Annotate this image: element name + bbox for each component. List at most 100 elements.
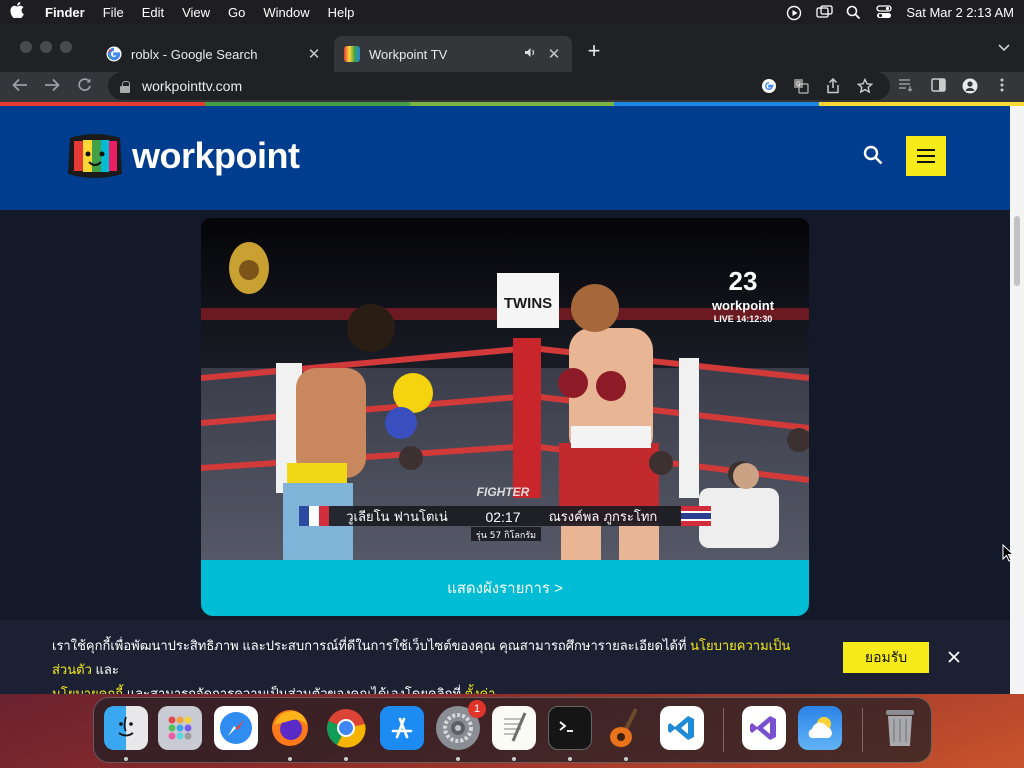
tab-workpoint-tv[interactable]: Workpoint TV ✕ [334, 36, 572, 72]
textedit-icon[interactable] [492, 706, 536, 750]
close-tab-icon[interactable]: ✕ [546, 45, 562, 63]
minimize-window-button[interactable] [40, 41, 52, 53]
menu-edit[interactable]: Edit [133, 5, 173, 20]
running-indicator [456, 757, 460, 761]
video-sponsor-banner: TWINS [504, 295, 552, 312]
channel-name: workpoint [711, 298, 775, 313]
dock-divider [862, 708, 863, 752]
google-lens-icon[interactable] [760, 78, 778, 96]
browser-toolbar: workpointtv.com G [0, 72, 1024, 102]
hamburger-line [917, 155, 935, 157]
zoom-window-button[interactable] [60, 41, 72, 53]
system-preferences-icon[interactable]: 1 [436, 700, 486, 750]
mouse-pointer-icon [1002, 544, 1012, 562]
menu-clock[interactable]: Sat Mar 2 2:13 AM [906, 5, 1014, 20]
hamburger-line [917, 149, 935, 151]
page-scrollbar[interactable] [1010, 106, 1024, 694]
apple-icon[interactable] [10, 2, 36, 22]
cookie-text-part: และ [91, 662, 119, 677]
weight-class: รุ่น 57 กิโลกรัม [476, 530, 536, 541]
tab-title: Workpoint TV [369, 46, 448, 62]
svg-text:G: G [796, 81, 801, 88]
chrome-window: roblx - Google Search ✕ Workpoint TV ✕ + [0, 24, 1024, 694]
google-favicon-icon [106, 46, 122, 62]
tab-strip: roblx - Google Search ✕ Workpoint TV ✕ + [0, 24, 1024, 72]
fighter-right-name: ณรงค์พล ภูกระโทก [549, 509, 658, 525]
logo-wordmark: workpoint [132, 135, 300, 176]
finder-icon[interactable] [104, 706, 148, 750]
round-timer: 02:17 [485, 509, 520, 525]
running-indicator [512, 757, 516, 761]
kebab-menu-icon[interactable] [992, 78, 1012, 95]
url-text[interactable]: workpointtv.com [142, 78, 242, 94]
tv-mascot-icon [64, 128, 126, 184]
share-icon[interactable] [824, 77, 842, 96]
control-center-icon[interactable] [876, 5, 892, 19]
cookie-policy-link[interactable]: นโยบายคุกกี้ [52, 686, 123, 694]
bookmark-star-icon[interactable] [856, 77, 874, 96]
hamburger-line [917, 161, 935, 163]
address-bar[interactable]: workpointtv.com G [108, 72, 890, 100]
cookie-message: เราใช้คุกกี้เพื่อพัฒนาประสิทธิภาพ และประ… [52, 634, 812, 694]
scrollbar-thumb[interactable] [1014, 216, 1020, 286]
channel-number: 23 [729, 266, 758, 296]
launchpad-icon[interactable] [158, 706, 202, 750]
back-arrow-icon[interactable] [4, 77, 36, 97]
dock: 1 [93, 697, 932, 763]
cookie-settings-link[interactable]: ตั้งค่า [465, 686, 496, 694]
reload-icon[interactable] [68, 77, 100, 97]
tab-search-chevron-icon[interactable] [998, 40, 1010, 55]
screen-mirroring-icon[interactable] [816, 5, 833, 19]
menu-go[interactable]: Go [219, 5, 254, 20]
spotlight-search-icon[interactable] [846, 5, 862, 20]
weather-icon[interactable] [798, 706, 842, 750]
window-controls [20, 41, 72, 53]
firefox-icon[interactable] [268, 706, 312, 750]
garageband-icon[interactable] [604, 706, 648, 750]
web-page: workpoint TWINS 23 workpoint LIVE 14:12:… [0, 106, 1010, 694]
cookie-consent-banner: เราใช้คุกกี้เพื่อพัฒนาประสิทธิภาพ และประ… [0, 620, 1010, 694]
tab-google-search[interactable]: roblx - Google Search ✕ [96, 36, 332, 72]
visual-studio-icon[interactable] [742, 706, 786, 750]
terminal-icon[interactable] [548, 706, 592, 750]
lock-icon[interactable] [120, 80, 130, 93]
running-indicator [124, 757, 128, 761]
vscode-icon[interactable] [660, 706, 704, 750]
hamburger-menu-button[interactable] [906, 136, 946, 176]
cookie-text-part: และสามารถจัดการความเป็นส่วนตัวของคุณได้เ… [123, 686, 465, 694]
speaker-icon[interactable] [524, 47, 536, 61]
live-video-player[interactable]: TWINS 23 workpoint LIVE 14:12:30 FIGHTER… [201, 218, 809, 560]
workpoint-logo[interactable]: workpoint [64, 128, 300, 184]
menu-app-name[interactable]: Finder [36, 5, 94, 20]
dock-divider [723, 708, 724, 752]
trash-icon[interactable] [878, 706, 922, 750]
menu-file[interactable]: File [94, 5, 133, 20]
close-tab-icon[interactable]: ✕ [306, 45, 322, 63]
menu-help[interactable]: Help [319, 5, 364, 20]
close-window-button[interactable] [20, 41, 32, 53]
reading-list-icon[interactable] [896, 78, 916, 95]
running-indicator [624, 757, 628, 761]
play-circle-icon[interactable] [786, 5, 802, 21]
chrome-icon[interactable] [324, 706, 368, 750]
menu-bar: Finder File Edit View Go Window Help Sat… [0, 0, 1024, 24]
safari-icon[interactable] [214, 706, 258, 750]
site-header: workpoint [0, 106, 1010, 210]
menu-window[interactable]: Window [254, 5, 318, 20]
notification-badge: 1 [468, 700, 486, 718]
menu-view[interactable]: View [173, 5, 219, 20]
show-schedule-button[interactable]: แสดงผังรายการ > [201, 560, 809, 616]
profile-icon[interactable] [960, 78, 980, 97]
running-indicator [288, 757, 292, 761]
close-banner-icon[interactable] [944, 647, 964, 668]
site-search-icon[interactable] [862, 144, 886, 168]
app-store-icon[interactable] [380, 706, 424, 750]
new-tab-button[interactable]: + [584, 38, 604, 64]
translate-icon[interactable]: G [792, 78, 810, 96]
side-panel-icon[interactable] [928, 78, 948, 95]
accept-cookies-button[interactable]: ยอมรับ [843, 642, 929, 673]
running-indicator [344, 757, 348, 761]
cookie-text-part: เราใช้คุกกี้เพื่อพัฒนาประสิทธิภาพ และประ… [52, 638, 691, 653]
fighter-left-name: วูเลียโน ฟานโตเน่ [346, 509, 448, 525]
forward-arrow-icon[interactable] [36, 77, 68, 97]
